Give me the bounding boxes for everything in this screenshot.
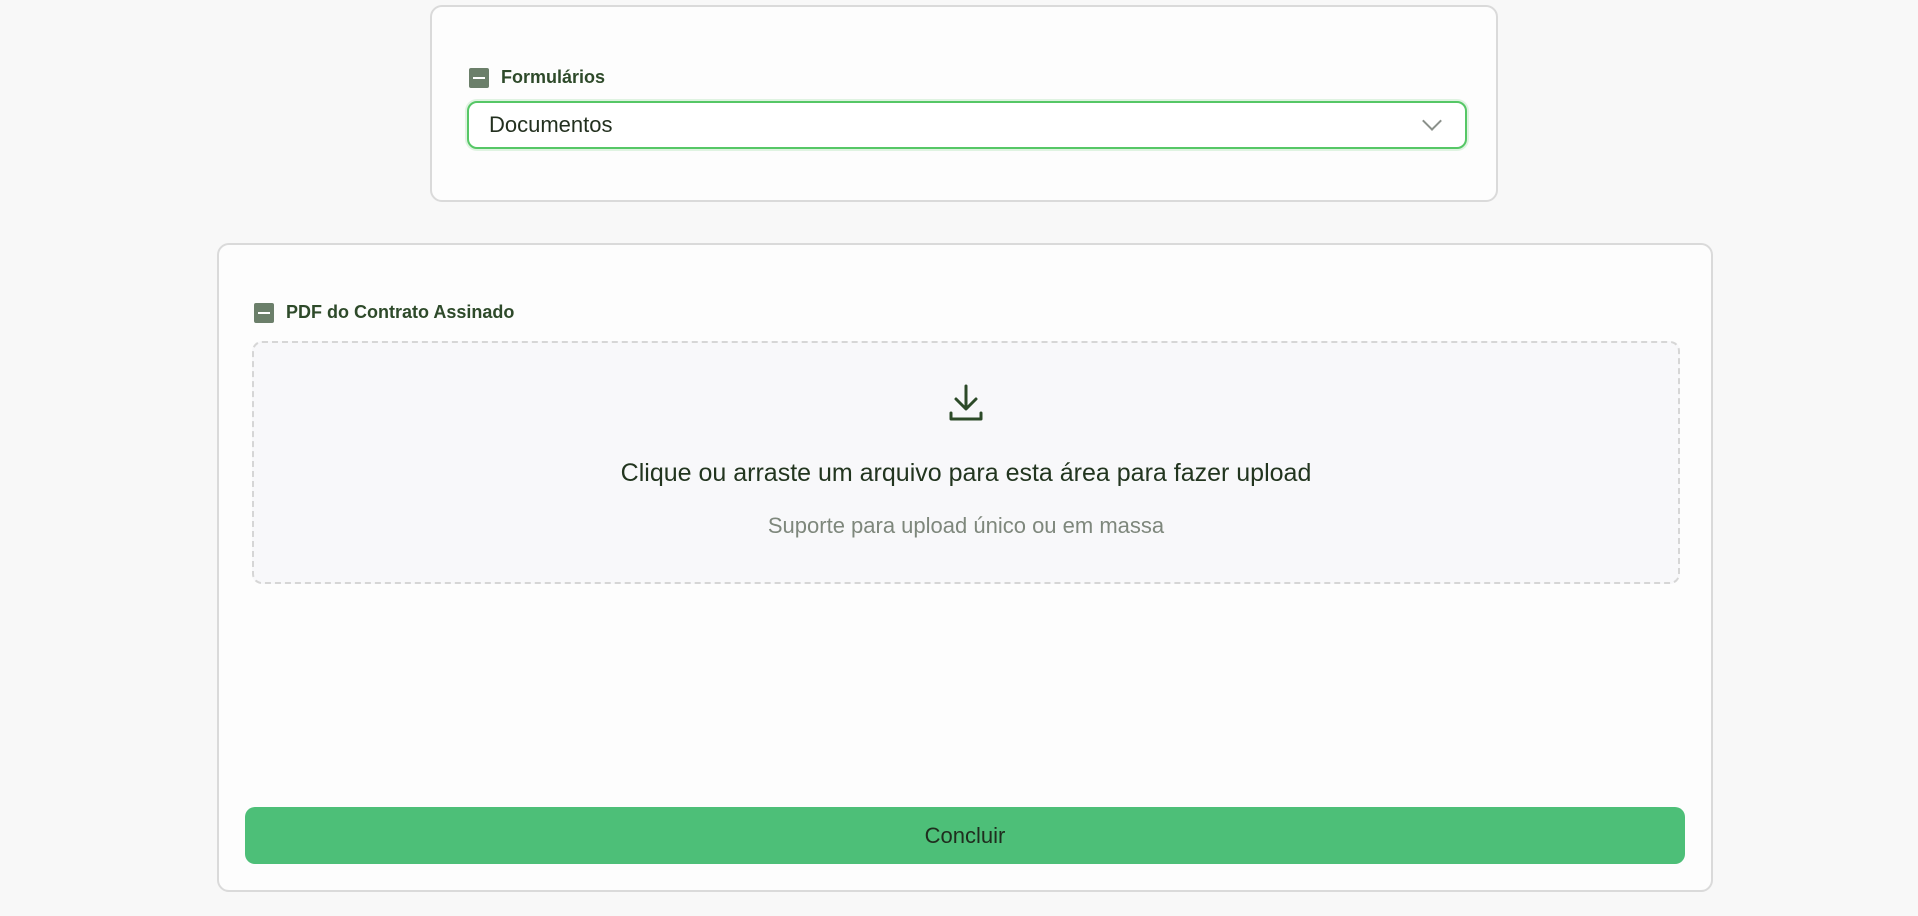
- chevron-down-icon[interactable]: [1422, 111, 1442, 131]
- minus-square-icon[interactable]: [254, 302, 274, 323]
- download-icon: [949, 384, 983, 421]
- minus-square-icon[interactable]: [469, 67, 489, 88]
- dropzone-title: Clique ou arraste um arquivo para esta á…: [620, 459, 1312, 487]
- form-type-select-value: Documentos: [489, 112, 613, 137]
- pdf-section-header[interactable]: PDF do Contrato Assinado: [254, 302, 514, 323]
- conclude-button[interactable]: Concluir: [245, 807, 1685, 864]
- pdf-section-label: PDF do Contrato Assinado: [286, 302, 515, 322]
- form-type-select[interactable]: Documentos: [467, 101, 1467, 149]
- forms-section-header[interactable]: Formulários: [469, 67, 605, 88]
- forms-card: Formulários Documentos: [430, 5, 1498, 202]
- dropzone-hint: Suporte para upload único ou em massa: [767, 513, 1165, 538]
- upload-card: PDF do Contrato Assinado Clique ou arras…: [217, 243, 1713, 892]
- forms-section-label: Formulários: [501, 67, 606, 87]
- file-dropzone[interactable]: Clique ou arraste um arquivo para esta á…: [252, 341, 1680, 584]
